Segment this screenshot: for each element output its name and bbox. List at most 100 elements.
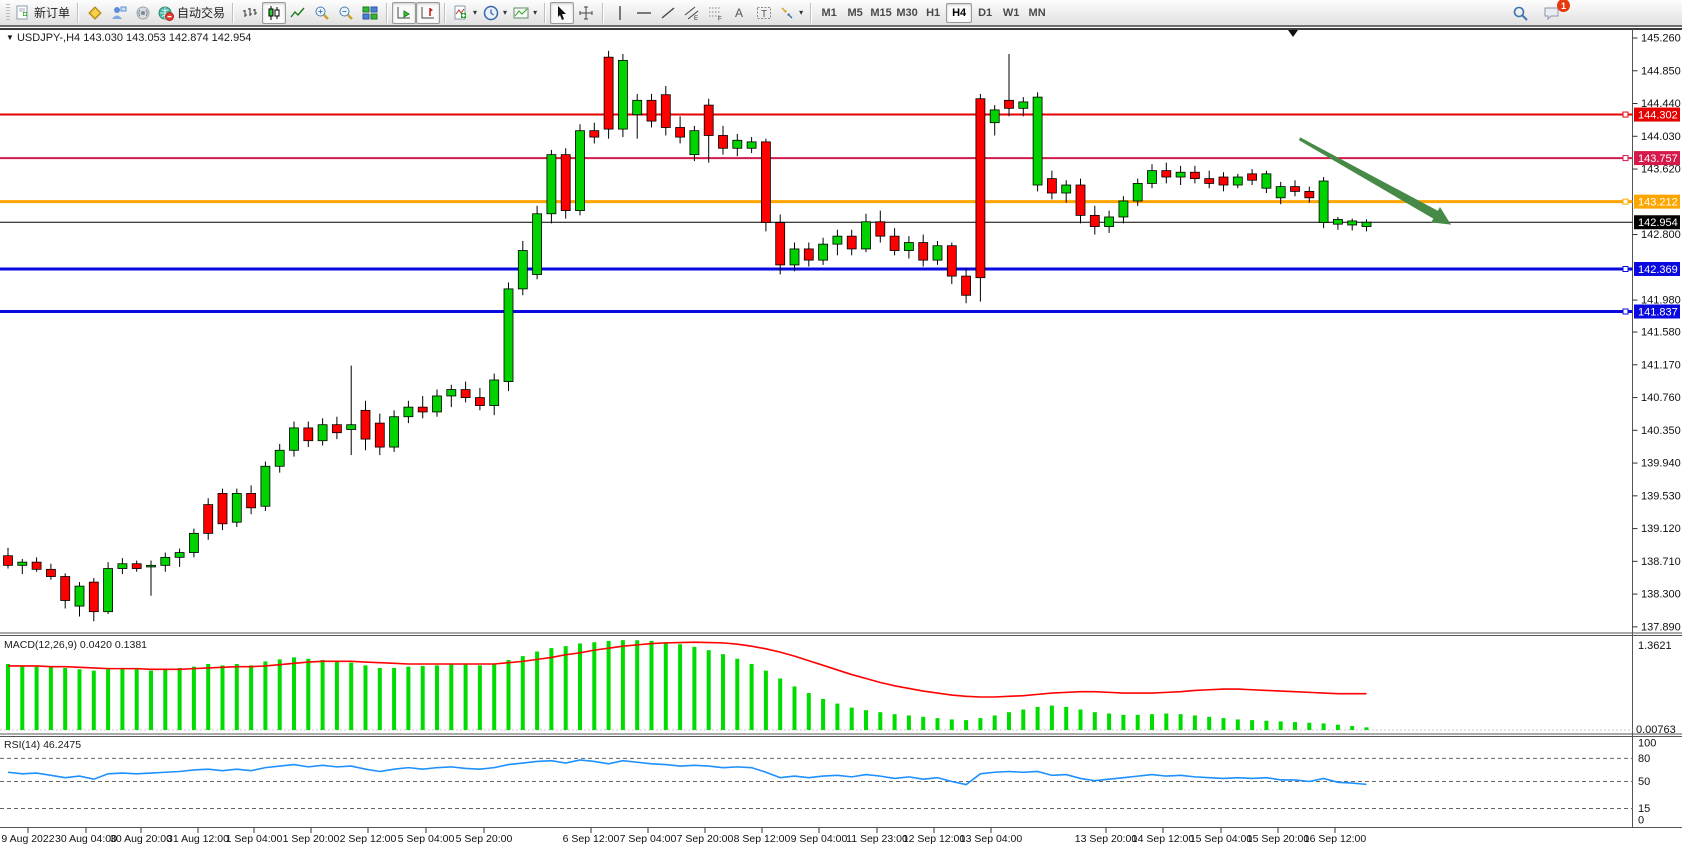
bull-candle xyxy=(904,243,913,251)
trendline-button[interactable] xyxy=(656,2,680,24)
timeframe-button-m5[interactable]: M5 xyxy=(842,3,868,23)
auto-scroll-button[interactable] xyxy=(392,2,416,24)
zoom-out-button[interactable] xyxy=(334,2,358,24)
symbol-dropdown-icon[interactable]: ▼ xyxy=(6,33,14,42)
line-handle[interactable] xyxy=(1623,309,1628,314)
price-tick-label[interactable]: 138.710 xyxy=(1641,556,1681,568)
chat-button[interactable]: 1 xyxy=(1540,2,1564,24)
svg-text:A: A xyxy=(735,6,743,20)
timeframe-button-m30[interactable]: M30 xyxy=(894,3,920,23)
bear-candle xyxy=(418,407,427,412)
periods-button[interactable]: ▾ xyxy=(480,2,510,24)
timeframe-button-w1[interactable]: W1 xyxy=(998,3,1024,23)
templates-button[interactable]: ▾ xyxy=(510,2,540,24)
time-tick-label[interactable]: 13 Sep 20:00 xyxy=(1075,833,1138,845)
price-tick-label[interactable]: 144.030 xyxy=(1641,131,1681,143)
line-handle[interactable] xyxy=(1623,156,1628,161)
timeframe-button-m15[interactable]: M15 xyxy=(868,3,894,23)
fibonacci-button[interactable]: F xyxy=(704,2,728,24)
rsi-scale-label: 80 xyxy=(1638,753,1650,765)
price-tick-label[interactable]: 141.580 xyxy=(1641,327,1681,339)
cursor-button[interactable] xyxy=(550,2,574,24)
time-tick-label[interactable]: 5 Sep 04:00 xyxy=(398,833,455,845)
time-tick-label[interactable]: 15 Sep 04:00 xyxy=(1190,833,1253,845)
text-label-button[interactable]: T xyxy=(752,2,776,24)
bull-candle xyxy=(161,557,170,565)
time-tick-label[interactable]: 5 Sep 20:00 xyxy=(456,833,513,845)
equidistant-channel-button[interactable]: E xyxy=(680,2,704,24)
text-button[interactable]: A xyxy=(728,2,752,24)
zoom-in-button[interactable] xyxy=(310,2,334,24)
time-tick-label[interactable]: 11 Sep 23:00 xyxy=(846,833,908,845)
price-tick-label[interactable]: 139.530 xyxy=(1641,490,1681,502)
time-tick-label[interactable]: 30 Aug 04:00 xyxy=(55,833,117,845)
time-tick-label[interactable]: 6 Sep 12:00 xyxy=(563,833,620,845)
price-badge-label: 143.212 xyxy=(1638,197,1678,209)
market-watch-button[interactable] xyxy=(83,2,107,24)
timeframe-button-m1[interactable]: M1 xyxy=(816,3,842,23)
time-tick-label[interactable]: 7 Sep 20:00 xyxy=(677,833,734,845)
price-tick-label[interactable]: 143.620 xyxy=(1641,164,1681,176)
price-tick-label[interactable]: 141.170 xyxy=(1641,359,1681,371)
time-tick-label[interactable]: 30 Aug 20:00 xyxy=(110,833,172,845)
bull-candle xyxy=(75,586,84,606)
line-handle[interactable] xyxy=(1623,199,1628,204)
timeframe-button-h4[interactable]: H4 xyxy=(946,3,972,23)
time-tick-label[interactable]: 15 Sep 20:00 xyxy=(1247,833,1310,845)
dropdown-caret-icon: ▾ xyxy=(533,8,537,17)
rsi-scale-label: 100 xyxy=(1638,738,1656,750)
auto-trading-button[interactable]: 自动交易 xyxy=(155,2,228,24)
new-order-button[interactable]: 新订单 xyxy=(12,2,73,24)
time-tick-label[interactable]: 8 Sep 12:00 xyxy=(734,833,791,845)
sound-button[interactable] xyxy=(131,2,155,24)
price-tick-label[interactable]: 137.890 xyxy=(1641,621,1681,633)
indicators-button[interactable]: ▾ xyxy=(450,2,480,24)
timeframe-button-mn[interactable]: MN xyxy=(1024,3,1050,23)
time-tick-label[interactable]: 14 Sep 12:00 xyxy=(1132,833,1195,845)
bear-candle xyxy=(204,505,213,534)
chart-shift-button[interactable] xyxy=(416,2,440,24)
bear-candle xyxy=(1162,171,1171,177)
crosshair-button[interactable] xyxy=(574,2,598,24)
price-tick-label[interactable]: 144.850 xyxy=(1641,65,1681,77)
price-tick-label[interactable]: 138.300 xyxy=(1641,589,1681,601)
tile-windows-button[interactable] xyxy=(358,2,382,24)
price-tick-label[interactable]: 140.760 xyxy=(1641,392,1681,404)
candlestick-chart-button[interactable] xyxy=(262,2,286,24)
search-button[interactable] xyxy=(1508,2,1532,24)
horizontal-line-button[interactable] xyxy=(632,2,656,24)
chart-canvas[interactable]: 145.260144.850144.440144.030143.620142.8… xyxy=(0,0,1682,846)
timeframe-button-h1[interactable]: H1 xyxy=(920,3,946,23)
bear-candle xyxy=(890,236,899,250)
time-tick-label[interactable]: 31 Aug 12:00 xyxy=(167,833,229,845)
price-tick-label[interactable]: 145.260 xyxy=(1641,33,1681,45)
data-window-button[interactable] xyxy=(107,2,131,24)
time-tick-label[interactable]: 1 Sep 04:00 xyxy=(226,833,283,845)
rsi-label: RSI(14) 46.2475 xyxy=(4,739,81,751)
time-tick-label[interactable]: 9 Sep 04:00 xyxy=(791,833,848,845)
auto-trading-label: 自动交易 xyxy=(177,4,225,21)
time-tick-label[interactable]: 2 Sep 12:00 xyxy=(340,833,397,845)
time-tick-label[interactable]: 7 Sep 04:00 xyxy=(620,833,677,845)
price-tick-label[interactable]: 139.940 xyxy=(1641,458,1681,470)
bar-chart-button[interactable] xyxy=(238,2,262,24)
time-tick-label[interactable]: 9 Aug 2022 xyxy=(1,833,54,845)
time-tick-label[interactable]: 1 Sep 20:00 xyxy=(283,833,340,845)
chart-shift-icon xyxy=(420,5,436,21)
line-handle[interactable] xyxy=(1623,112,1628,117)
price-tick-label[interactable]: 139.120 xyxy=(1641,523,1681,535)
price-tick-label[interactable]: 140.350 xyxy=(1641,425,1681,437)
arrows-button[interactable]: ▾ xyxy=(776,2,806,24)
vertical-line-button[interactable] xyxy=(608,2,632,24)
time-tick-label[interactable]: 12 Sep 12:00 xyxy=(903,833,966,845)
timeframe-button-d1[interactable]: D1 xyxy=(972,3,998,23)
bear-candle xyxy=(375,423,384,447)
price-tick-label[interactable]: 142.800 xyxy=(1641,229,1681,241)
bull-candle xyxy=(1062,185,1071,193)
line-chart-button[interactable] xyxy=(286,2,310,24)
bear-candle xyxy=(719,135,728,148)
time-tick-label[interactable]: 16 Sep 12:00 xyxy=(1304,833,1367,845)
time-tick-label[interactable]: 13 Sep 04:00 xyxy=(960,833,1023,845)
line-handle[interactable] xyxy=(1623,266,1628,271)
dropdown-caret-icon: ▾ xyxy=(799,8,803,17)
